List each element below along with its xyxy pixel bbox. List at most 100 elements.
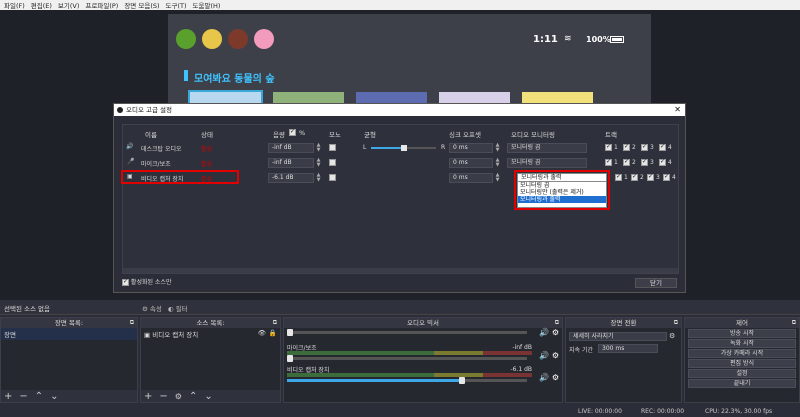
menu-scene-collection[interactable]: 장면 모음(S)	[124, 0, 159, 10]
track-checkbox[interactable]	[631, 173, 638, 181]
volume-slider[interactable]	[287, 355, 527, 362]
speaker-icon[interactable]: 🔊 ⚙	[539, 328, 559, 337]
properties-button[interactable]: ⚙ 속성	[142, 303, 162, 313]
monitoring-select[interactable]: 모니터링 끔	[507, 158, 587, 168]
active-sources-checkbox-row[interactable]: 활성화된 소스만	[122, 277, 171, 286]
track-checkbox[interactable]	[659, 158, 666, 166]
gear-icon[interactable]: ⚙	[175, 392, 182, 401]
spin-icon[interactable]: ▲ ▼	[315, 173, 322, 183]
balance-slider[interactable]	[371, 145, 436, 151]
exit-button[interactable]: 끝내기	[688, 379, 796, 388]
track-checkbox[interactable]	[641, 158, 648, 166]
filters-button[interactable]: ◐ 필터	[168, 303, 188, 313]
volume-field[interactable]: -inf dB	[268, 143, 314, 153]
audio-table: 이름 상태 음량 % 모노 균형 싱크 오프셋 오디오 모니터링 트랙 🔊 데스…	[121, 124, 679, 274]
mono-checkbox[interactable]	[329, 174, 336, 181]
undock-icon[interactable]: ⧉	[273, 318, 277, 328]
dialog-titlebar: 오디오 고급 설정 ✕	[114, 104, 685, 116]
transition-select[interactable]: 세세히 사라지기	[569, 332, 667, 341]
spin-icon[interactable]: ▲ ▼	[494, 143, 501, 153]
menu-help[interactable]: 도움말(H)	[193, 0, 221, 10]
track-label: 2	[632, 159, 636, 166]
sync-field[interactable]: 0 ms	[449, 143, 493, 153]
source-item[interactable]: ▣ 비디오 캡처 장치 👁 🔒	[141, 328, 280, 340]
track-checkbox[interactable]	[663, 173, 670, 181]
track-checkbox[interactable]	[623, 143, 630, 151]
remove-icon[interactable]: −	[19, 391, 27, 402]
spin-icon[interactable]: ▲ ▼	[494, 158, 501, 168]
down-icon[interactable]: ⌄	[204, 391, 212, 402]
track-checkbox[interactable]	[659, 143, 666, 151]
volume-slider[interactable]	[287, 377, 527, 384]
mono-checkbox[interactable]	[329, 159, 336, 166]
header-sync: 싱크 오프셋	[449, 131, 481, 139]
track-label: 4	[668, 144, 672, 151]
menu-file[interactable]: 파일(F)	[4, 0, 25, 10]
speaker-icon[interactable]: 🔊 ⚙	[539, 351, 559, 360]
game-icons	[176, 29, 274, 49]
track-checkbox[interactable]	[623, 158, 630, 166]
track-label: 1	[614, 159, 618, 166]
menu-view[interactable]: 보기(V)	[58, 0, 79, 10]
percent-checkbox[interactable]	[289, 128, 296, 136]
track-label: 1	[624, 174, 628, 181]
undock-icon[interactable]: ⧉	[555, 318, 559, 328]
close-icon[interactable]: ✕	[674, 104, 681, 116]
active-sources-checkbox[interactable]	[122, 278, 129, 286]
lock-icon[interactable]: 🔒	[269, 329, 277, 337]
spin-icon[interactable]: ▲ ▼	[315, 143, 322, 153]
spin-icon[interactable]: ▲ ▼	[494, 173, 501, 183]
volume-field[interactable]: -inf dB	[268, 158, 314, 168]
row-status: 활성	[201, 161, 213, 168]
sync-field[interactable]: 0 ms	[449, 173, 493, 183]
eye-icon[interactable]: 👁	[258, 329, 266, 337]
undock-icon[interactable]: ⧉	[792, 318, 796, 328]
menu-profile[interactable]: 프로파일(P)	[85, 0, 118, 10]
studio-mode-button[interactable]: 편집 방식	[688, 359, 796, 368]
mono-checkbox[interactable]	[329, 144, 336, 151]
up-icon[interactable]: ⌃	[35, 391, 43, 402]
menu-edit[interactable]: 편집(E)	[31, 0, 52, 10]
track-checkbox[interactable]	[605, 143, 612, 151]
start-recording-button[interactable]: 녹화 시작	[688, 339, 796, 348]
undock-icon[interactable]: ⧉	[674, 318, 678, 328]
track-label: 2	[640, 174, 644, 181]
status-bar: LIVE: 00:00:00 REC: 00:00:00 CPU: 22.3%,…	[0, 406, 800, 417]
scene-item[interactable]: 장면	[1, 328, 137, 340]
scenes-footer: + − ⌃ ⌄	[1, 390, 137, 402]
menu-tools[interactable]: 도구(T)	[166, 0, 187, 10]
speaker-icon[interactable]: 🔊 ⚙	[539, 373, 559, 382]
volume-field[interactable]: -6.1 dB	[268, 173, 314, 183]
up-icon[interactable]: ⌃	[189, 391, 197, 402]
down-icon[interactable]: ⌄	[50, 391, 58, 402]
duration-field[interactable]: 300 ms	[598, 344, 658, 353]
obs-icon	[117, 107, 123, 113]
spin-icon[interactable]: ▲ ▼	[315, 158, 322, 168]
horizontal-scrollbar[interactable]	[123, 268, 678, 273]
header-balance: 균형	[364, 131, 376, 139]
close-button[interactable]: 닫기	[635, 278, 677, 288]
settings-button[interactable]: 설정	[688, 369, 796, 378]
add-icon[interactable]: +	[4, 391, 12, 402]
mixer-channel: 비디오 캡처 장치 -6.1 dB 🔊 ⚙	[284, 364, 562, 386]
live-status: LIVE: 00:00:00	[578, 408, 622, 415]
track-checkbox[interactable]	[605, 158, 612, 166]
remove-icon[interactable]: −	[159, 391, 167, 402]
header-tracks: 트랙	[605, 131, 617, 139]
sync-field[interactable]: 0 ms	[449, 158, 493, 168]
track-checkbox[interactable]	[647, 173, 654, 181]
start-virtual-camera-button[interactable]: 가상 카메라 시작	[688, 349, 796, 358]
track-label: 3	[650, 159, 654, 166]
track-checkbox[interactable]	[641, 143, 648, 151]
track-checkbox[interactable]	[615, 173, 622, 181]
wifi-icon: ≋	[564, 34, 572, 44]
track-label: 3	[650, 144, 654, 151]
gear-icon[interactable]: ⚙	[669, 332, 675, 340]
start-streaming-button[interactable]: 방송 시작	[688, 329, 796, 338]
header-name: 이름	[145, 131, 157, 139]
preview-canvas[interactable]: 1:11 ≋ 100% 모여봐요 동물의 숲	[168, 14, 651, 106]
monitoring-select[interactable]: 모니터링 끔	[507, 143, 587, 153]
volume-slider[interactable]	[287, 329, 527, 336]
undock-icon[interactable]: ⧉	[130, 318, 134, 328]
add-icon[interactable]: +	[144, 391, 152, 402]
